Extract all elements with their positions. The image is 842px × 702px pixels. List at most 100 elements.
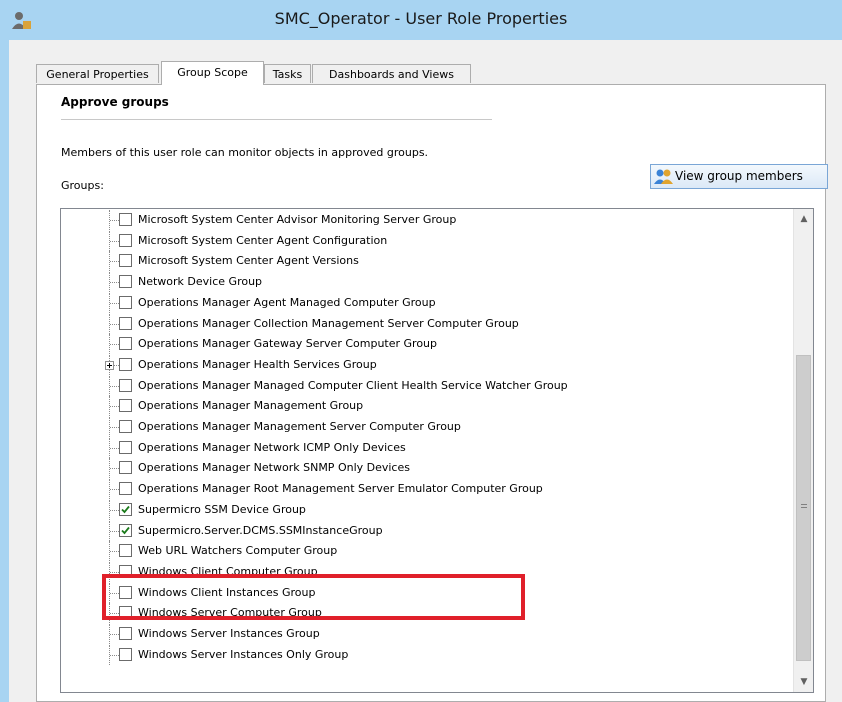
tab-general-properties[interactable]: General Properties	[36, 64, 159, 83]
scroll-thumb[interactable]	[796, 355, 811, 661]
tree-connector	[110, 634, 119, 635]
checkmark-icon	[121, 505, 130, 514]
scroll-up-icon[interactable]: ▲	[796, 211, 812, 227]
tree-row[interactable]: Operations Manager Management Server Com…	[61, 417, 791, 437]
tree-connector	[110, 427, 119, 428]
group-scope-panel: Approve groups Members of this user role…	[36, 84, 828, 702]
group-checkbox[interactable]	[119, 627, 132, 640]
group-checkbox[interactable]	[119, 357, 132, 371]
group-label: Operations Manager Managed Computer Clie…	[138, 378, 568, 392]
group-checkbox[interactable]	[119, 337, 132, 351]
dialog-client-area: General Properties Group Scope Tasks Das…	[9, 40, 842, 702]
tree-connector	[110, 571, 119, 573]
group-checkbox[interactable]	[119, 378, 132, 392]
tree-connector	[110, 323, 119, 325]
description-text: Members of this user role can monitor ob…	[61, 146, 429, 159]
tree-row[interactable]: Operations Manager Collection Management…	[61, 313, 791, 334]
group-checkbox[interactable]	[119, 440, 132, 454]
tree-connector	[110, 551, 119, 553]
vertical-scrollbar[interactable]: ▲ ▼	[793, 209, 813, 692]
group-label: Windows Server Instances Only Group	[138, 647, 349, 661]
group-label: Operations Manager Management Server Com…	[138, 420, 461, 433]
group-label: Windows Server Instances Group	[138, 627, 320, 640]
tree-connector	[110, 344, 119, 346]
group-label: Operations Manager Network SNMP Only Dev…	[138, 461, 410, 475]
group-checkbox[interactable]	[119, 233, 132, 247]
tree-row[interactable]: Operations Manager Managed Computer Clie…	[61, 375, 791, 396]
tree-connector	[110, 406, 119, 408]
tree-row[interactable]: Operations Manager Management Group	[61, 396, 791, 417]
tree-connector	[110, 282, 119, 284]
group-label: Supermicro.Server.DCMS.SSMInstanceGroup	[138, 523, 383, 537]
view-group-members-label: View group members	[675, 169, 803, 183]
tree-row[interactable]: Operations Manager Health Services Group	[61, 354, 791, 375]
group-label: Operations Manager Root Management Serve…	[138, 482, 543, 496]
expand-icon[interactable]	[105, 360, 114, 370]
tree-connector	[110, 509, 119, 511]
window-title: SMC_Operator - User Role Properties	[274, 9, 568, 28]
group-label: Operations Manager Collection Management…	[138, 316, 519, 330]
group-label: Operations Manager Gateway Server Comput…	[138, 337, 438, 351]
tree-row[interactable]: Microsoft System Center Agent Configurat…	[61, 230, 791, 251]
tree-row[interactable]: Microsoft System Center Advisor Monitori…	[61, 210, 791, 230]
group-checkbox[interactable]	[119, 461, 132, 475]
group-label: Operations Manager Management Group	[138, 399, 364, 413]
group-label: Microsoft System Center Advisor Monitori…	[138, 213, 457, 226]
group-label: Operations Manager Network ICMP Only Dev…	[138, 440, 406, 454]
group-checkbox[interactable]	[119, 482, 132, 496]
group-label: Web URL Watchers Computer Group	[138, 544, 338, 558]
tree-connector	[110, 489, 119, 491]
tree-connector	[110, 530, 119, 532]
tree-row[interactable]: Operations Manager Gateway Server Comput…	[61, 334, 791, 355]
groups-label: Groups:	[61, 179, 104, 192]
group-label: Microsoft System Center Agent Configurat…	[138, 233, 388, 247]
view-group-members-button[interactable]: View group members	[650, 164, 828, 189]
tree-connector	[110, 261, 119, 263]
group-checkbox[interactable]	[119, 523, 132, 537]
tab-group-scope[interactable]: Group Scope	[161, 61, 264, 85]
tree-connector	[110, 468, 119, 470]
tree-row[interactable]: Supermicro SSM Device Group	[61, 499, 791, 520]
checkmark-icon	[121, 526, 130, 534]
group-checkbox[interactable]	[119, 502, 132, 516]
tree-row[interactable]: Network Device Group	[61, 272, 791, 293]
tree-row[interactable]: Operations Manager Network ICMP Only Dev…	[61, 437, 791, 458]
highlight-box	[102, 574, 525, 620]
group-label: Network Device Group	[138, 275, 263, 289]
group-checkbox[interactable]	[119, 399, 132, 413]
tree-row[interactable]: Windows Server Instances Group	[61, 624, 791, 644]
tree-connector	[110, 302, 119, 304]
group-checkbox[interactable]	[119, 647, 132, 661]
group-checkbox[interactable]	[119, 254, 132, 268]
tree-row[interactable]: Microsoft System Center Agent Versions	[61, 251, 791, 272]
group-checkbox[interactable]	[119, 420, 132, 433]
tree-connector	[110, 220, 119, 221]
tree-row[interactable]: Web URL Watchers Computer Group	[61, 541, 791, 562]
section-title: Approve groups	[61, 95, 169, 109]
group-label: Operations Manager Health Services Group	[138, 357, 377, 371]
tree-connector	[110, 447, 119, 449]
window-frame	[0, 40, 9, 702]
groups-tree[interactable]: Windows Server Instances Only Group Windo…	[60, 208, 814, 693]
tree-row[interactable]: Operations Manager Network SNMP Only Dev…	[61, 458, 791, 479]
title-bar: SMC_Operator - User Role Properties	[0, 0, 842, 40]
tab-dashboards-and-views[interactable]: Dashboards and Views	[312, 64, 471, 83]
group-checkbox[interactable]	[119, 295, 132, 309]
tab-tasks[interactable]: Tasks	[264, 64, 311, 83]
group-checkbox[interactable]	[119, 213, 132, 226]
group-checkbox[interactable]	[119, 316, 132, 330]
group-members-icon	[654, 169, 673, 184]
tree-row[interactable]: Supermicro.Server.DCMS.SSMInstanceGroup	[61, 520, 791, 541]
group-checkbox[interactable]	[119, 544, 132, 558]
tree-connector	[110, 654, 119, 656]
section-divider	[61, 119, 492, 120]
group-label: Operations Manager Agent Managed Compute…	[138, 295, 436, 309]
group-checkbox[interactable]	[119, 275, 132, 289]
tree-row[interactable]: Windows Server Instances Only Group	[61, 644, 791, 665]
group-label: Microsoft System Center Agent Versions	[138, 254, 359, 268]
tree-connector	[110, 385, 119, 387]
scroll-down-icon[interactable]: ▼	[796, 674, 812, 690]
tree-row[interactable]: Operations Manager Agent Managed Compute…	[61, 292, 791, 313]
tree-connector	[110, 240, 119, 242]
tree-row[interactable]: Operations Manager Root Management Serve…	[61, 479, 791, 500]
